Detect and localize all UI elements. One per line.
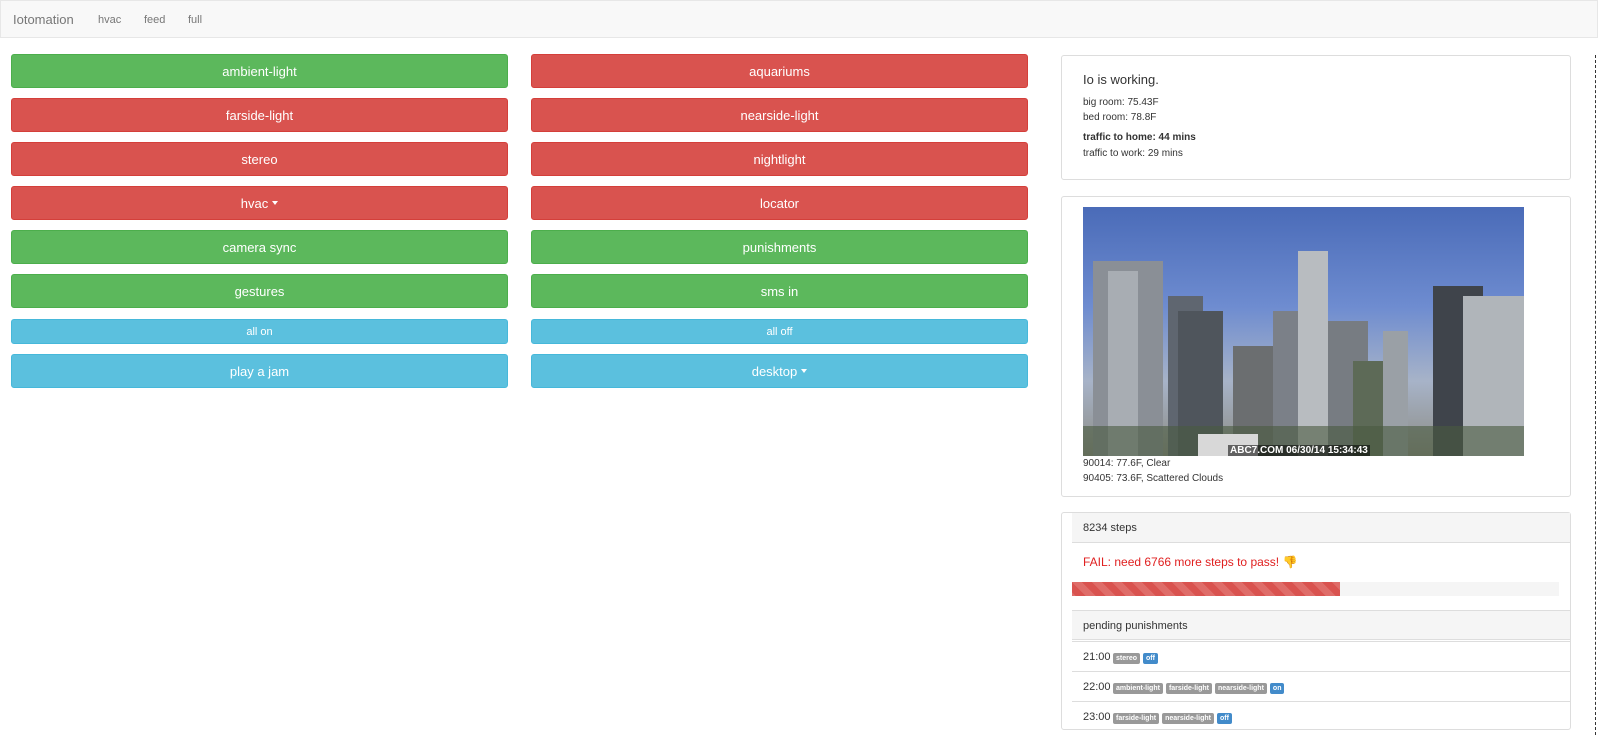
button-label: all off <box>766 325 793 338</box>
state-tag: off <box>1143 653 1158 664</box>
fail-text: FAIL: need 6766 more steps to pass! <box>1083 555 1280 569</box>
steps-count: 8234 steps <box>1083 522 1137 534</box>
traffic-work: traffic to work: 29 mins <box>1083 148 1183 159</box>
punishment-time: 23:00 <box>1083 711 1111 723</box>
button-label: aquariums <box>749 63 810 79</box>
weather-90405: 90405: 73.6F, Scattered Clouds <box>1083 473 1224 484</box>
weather-90014: 90014: 77.6F, Clear <box>1083 458 1171 469</box>
steps-heading: 8234 steps <box>1072 513 1570 543</box>
caret-down-icon <box>801 369 808 373</box>
camera-panel: ABC7.COM 06/30/14 15:34:43 90014: 77.6F,… <box>1061 196 1571 497</box>
status-panel: Io is working. big room: 75.43F bed room… <box>1061 55 1571 180</box>
state-tag: on <box>1269 683 1285 694</box>
steps-progress <box>1072 582 1559 596</box>
punishment-time: 22:00 <box>1083 681 1111 693</box>
device-tag: ambient-light <box>1113 683 1163 694</box>
punishments-heading: pending punishments <box>1072 610 1570 640</box>
punishment-row: 21:00 stereo off <box>1072 641 1570 671</box>
punishments-heading-text: pending punishments <box>1083 620 1188 632</box>
caret-down-icon <box>272 201 279 205</box>
punishment-row: 23:00 farside-light nearside-light off <box>1072 701 1570 731</box>
play-a-jam-button[interactable]: play a jam <box>11 354 508 388</box>
nav-link-feed[interactable]: feed <box>144 14 165 26</box>
navbar: Iotomation hvac feed full <box>0 0 1598 38</box>
nightlight-button[interactable]: nightlight <box>531 142 1028 176</box>
button-label: hvac <box>240 195 269 211</box>
stereo-button[interactable]: stereo <box>11 142 508 176</box>
ambient-light-button[interactable]: ambient-light <box>11 54 508 88</box>
locator-button[interactable]: locator <box>531 186 1028 220</box>
button-label: locator <box>759 195 800 211</box>
punishments-button[interactable]: punishments <box>531 230 1028 264</box>
fail-message: FAIL: need 6766 more steps to pass! 👎 <box>1083 555 1297 569</box>
nav-link-full[interactable]: full <box>188 14 202 26</box>
device-tag: farside-light <box>1165 683 1213 694</box>
device-tag: nearside-light <box>1215 683 1267 694</box>
desktop-dropdown-button[interactable]: desktop <box>531 354 1028 388</box>
button-label: punishments <box>742 239 817 255</box>
farside-light-button[interactable]: farside-light <box>11 98 508 132</box>
steps-progress-bar <box>1072 582 1340 596</box>
button-label: nightlight <box>753 151 806 167</box>
punishment-row: 22:00 ambient-light farside-light nearsi… <box>1072 671 1570 701</box>
button-label: stereo <box>241 151 278 167</box>
device-tag: farside-light <box>1113 713 1160 724</box>
bed-room-temp: bed room: 78.8F <box>1083 112 1157 123</box>
device-tag: stereo <box>1113 653 1141 664</box>
sms-in-button[interactable]: sms in <box>531 274 1028 308</box>
button-label: farside-light <box>225 107 294 123</box>
all-on-button[interactable]: all on <box>11 319 508 344</box>
state-tag: off <box>1216 713 1232 724</box>
device-tag: nearside-light <box>1162 713 1214 724</box>
city-camera-image: ABC7.COM 06/30/14 15:34:43 <box>1083 207 1524 456</box>
camera-sync-button[interactable]: camera sync <box>11 230 508 264</box>
all-off-button[interactable]: all off <box>531 319 1028 344</box>
status-title: Io is working. <box>1083 72 1159 87</box>
gestures-button[interactable]: gestures <box>11 274 508 308</box>
button-label: sms in <box>760 283 799 299</box>
button-label: camera sync <box>222 239 297 255</box>
camera-timestamp: ABC7.COM 06/30/14 15:34:43 <box>1228 445 1370 456</box>
brand-link[interactable]: Iotomation <box>13 12 74 27</box>
button-label: desktop <box>751 363 798 379</box>
button-label: ambient-light <box>222 63 297 79</box>
traffic-home: traffic to home: 44 mins <box>1083 132 1196 143</box>
hvac-dropdown-button[interactable]: hvac <box>11 186 508 220</box>
nearside-light-button[interactable]: nearside-light <box>531 98 1028 132</box>
big-room-temp: big room: 75.43F <box>1083 97 1159 108</box>
steps-panel: 8234 steps FAIL: need 6766 more steps to… <box>1061 512 1571 730</box>
button-label: play a jam <box>229 363 290 379</box>
button-label: all on <box>246 325 273 338</box>
button-label: gestures <box>234 283 285 299</box>
aquariums-button[interactable]: aquariums <box>531 54 1028 88</box>
nav-link-hvac[interactable]: hvac <box>98 14 121 26</box>
page-edge-divider <box>1595 55 1596 735</box>
button-label: nearside-light <box>740 107 819 123</box>
punishment-time: 21:00 <box>1083 651 1111 663</box>
thumbs-down-icon: 👎 <box>1282 555 1298 569</box>
